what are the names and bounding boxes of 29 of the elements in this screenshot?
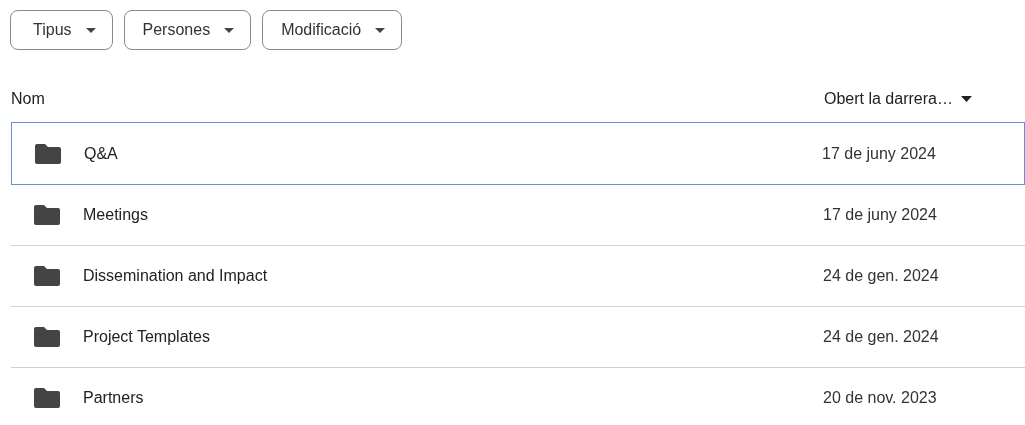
- folder-row[interactable]: Project Templates 24 de gen. 2024: [11, 307, 1025, 368]
- folder-row[interactable]: Q&A 17 de juny 2024: [11, 122, 1025, 185]
- caret-icon: [85, 27, 96, 33]
- folder-name: Partners: [83, 389, 145, 407]
- opened-date: 24 de gen. 2024: [823, 267, 940, 285]
- opened-date: 17 de juny 2024: [823, 206, 938, 224]
- sort-arrow-icon: [960, 95, 972, 102]
- opened-date: 20 de nov. 2023: [823, 389, 938, 407]
- folder-name: Q&A: [84, 144, 119, 163]
- folder-row[interactable]: Dissemination and Impact 24 de gen. 2024: [11, 246, 1025, 307]
- filter-chip[interactable]: Modificació: [262, 10, 403, 50]
- caret-icon: [224, 27, 235, 33]
- column-header[interactable]: Nom: [11, 89, 45, 108]
- folder-name: Dissemination and Impact: [83, 267, 269, 285]
- folder-icon: [34, 388, 60, 408]
- folder-name: Project Templates: [83, 328, 211, 346]
- opened-date: 24 de gen. 2024: [823, 328, 940, 346]
- opened-date: 17 de juny 2024: [822, 144, 937, 163]
- folder-row[interactable]: Meetings 17 de juny 2024: [11, 185, 1025, 246]
- folder-row[interactable]: Partners 20 de nov. 2023: [11, 368, 1025, 425]
- folder-icon: [34, 205, 60, 225]
- filter-chip[interactable]: Tipus: [10, 10, 113, 50]
- folder-icon: [34, 327, 60, 347]
- folder-name: Meetings: [83, 206, 149, 224]
- folder-icon: [34, 266, 60, 286]
- caret-icon: [375, 27, 386, 33]
- filter-chip[interactable]: Persones: [123, 10, 252, 50]
- column-header[interactable]: Obert la darrera…: [824, 89, 1025, 108]
- folder-icon: [35, 143, 61, 164]
